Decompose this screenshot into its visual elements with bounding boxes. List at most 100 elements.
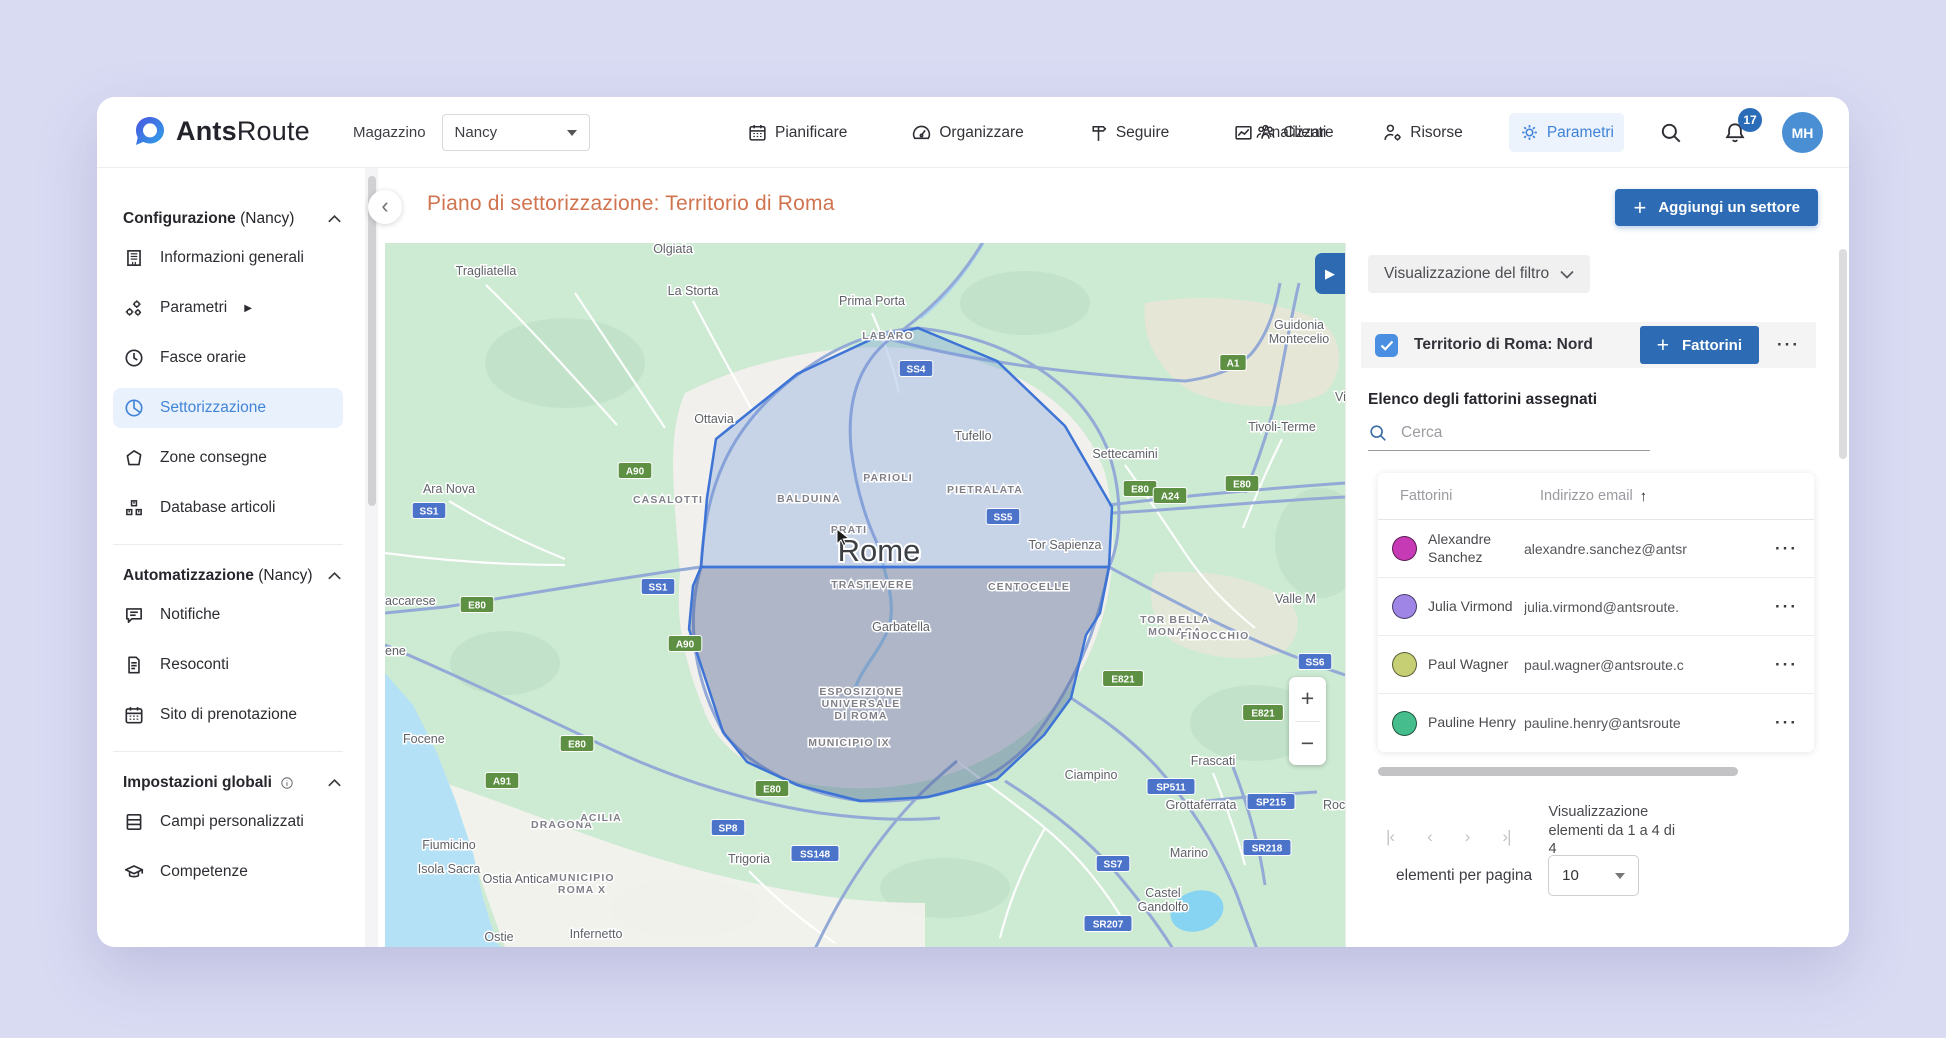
road-badge: E80 [560, 736, 594, 752]
row-menu-button[interactable]: ··· [1773, 655, 1800, 675]
nav-risorse[interactable]: Risorse [1372, 113, 1473, 152]
chevron-up-icon[interactable] [326, 776, 343, 790]
panel-scrollbar[interactable] [1839, 249, 1847, 459]
svg-text:E80: E80 [763, 785, 781, 796]
nav-organizzare[interactable]: Organizzare [901, 113, 1033, 152]
sidebar-item-fasce-orarie[interactable]: Fasce orarie [113, 338, 343, 378]
table-row[interactable]: Julia Virmondjulia.virmond@antsroute.··· [1378, 578, 1814, 636]
sidebar-item-label: Resoconti [160, 656, 229, 674]
map-label: Fiumicino [422, 838, 476, 852]
per-page-label: elementi per pagina [1396, 867, 1532, 885]
zone-icon [123, 447, 145, 469]
row-menu-button[interactable]: ··· [1773, 713, 1800, 733]
table-horizontal-scrollbar[interactable] [1378, 767, 1738, 776]
nav-label: Pianificare [775, 124, 847, 142]
sidebar-item-database-articoli[interactable]: Database articoli [113, 488, 343, 528]
road-badge: SS6 [1298, 654, 1332, 670]
map-label: ACILIA [580, 812, 622, 824]
nav-pianificare[interactable]: Pianificare [737, 113, 857, 152]
sector-row: Territorio di Roma: Nord + Fattorini ··· [1361, 322, 1816, 368]
search-input[interactable] [1401, 424, 1601, 442]
map-label: Tor Sapienza [1029, 538, 1102, 552]
sidebar-item-zone-consegne[interactable]: Zone consegne [113, 438, 343, 478]
table-row[interactable]: Paul Wagnerpaul.wagner@antsroute.c··· [1378, 636, 1814, 694]
column-riders[interactable]: Fattorini [1400, 488, 1540, 504]
user-avatar[interactable]: MH [1782, 112, 1823, 153]
svg-text:E821: E821 [1251, 709, 1275, 720]
sidebar-divider [113, 544, 343, 545]
sector-name: Territorio di Roma: Nord [1414, 336, 1624, 354]
road-badge: A90 [668, 636, 702, 652]
gauge-icon [911, 122, 932, 143]
map-label: Trigoria [728, 852, 770, 866]
sidebar-item-resoconti[interactable]: Resoconti [113, 645, 343, 685]
filter-view-dropdown[interactable]: Visualizzazione del filtro [1368, 255, 1590, 293]
svg-text:SS148: SS148 [800, 850, 830, 861]
rider-email: alexandre.sanchez@antsr [1524, 541, 1773, 557]
add-riders-button[interactable]: + Fattorini [1640, 326, 1759, 364]
rider-name: Julia Virmond [1428, 598, 1524, 615]
sidebar-item-label: Informazioni generali [160, 249, 304, 267]
row-menu-button[interactable]: ··· [1773, 539, 1800, 559]
sidebar-item-sito-di-prenotazione[interactable]: Sito di prenotazione [113, 695, 343, 735]
map-label: Roc [1323, 798, 1345, 812]
chat-icon [123, 604, 145, 626]
back-button[interactable]: ‹ [368, 190, 402, 224]
sidebar-item-informazioni-generali[interactable]: Informazioni generali [113, 238, 343, 278]
map-canvas[interactable]: SS4SS1SS5SS1SP8SS148SS6SP511SP215SR218SS… [385, 243, 1345, 947]
collapse-panel-button[interactable]: ▶ [1315, 253, 1345, 294]
sidebar-item-campi-personalizzati[interactable]: Campi personalizzati [113, 802, 343, 842]
prev-page-button[interactable]: ‹ [1427, 827, 1432, 847]
per-page-select[interactable]: 10 [1548, 855, 1639, 896]
sidebar-item-settorizzazione[interactable]: Settorizzazione [113, 388, 343, 428]
map-label: Marino [1170, 846, 1208, 860]
sidebar-item-competenze[interactable]: Competenze [113, 852, 343, 892]
sidebar-scrollbar[interactable] [365, 168, 378, 947]
sidebar-item-notifiche[interactable]: Notifiche [113, 595, 343, 635]
road-badge: SR218 [1243, 840, 1291, 856]
nav-parametri[interactable]: Parametri [1509, 113, 1624, 152]
map-label: CENTOCELLE [988, 581, 1070, 593]
zoom-in-button[interactable]: + [1289, 677, 1326, 721]
rows-icon [123, 811, 145, 833]
table-row[interactable]: Alexandre Sanchezalexandre.sanchez@antsr… [1378, 520, 1814, 578]
table-row[interactable]: Pauline Henrypauline.henry@antsroute··· [1378, 694, 1814, 752]
last-page-button[interactable]: ›| [1502, 827, 1510, 847]
sidebar-section-header[interactable]: Automatizzazione (Nancy) [123, 567, 343, 585]
warehouse-select[interactable]: Nancy [442, 114, 590, 151]
sidebar-item-parametri[interactable]: Parametri▶ [113, 288, 343, 328]
sector-checkbox[interactable] [1375, 334, 1398, 357]
road-badge: A24 [1153, 488, 1187, 504]
sort-asc-icon[interactable]: ↑ [1640, 488, 1648, 505]
submenu-arrow-icon: ▶ [244, 303, 252, 314]
sector-menu-button[interactable]: ··· [1775, 335, 1802, 355]
svg-text:E80: E80 [568, 740, 586, 751]
map-label: accarese [385, 594, 436, 608]
zoom-out-button[interactable]: − [1289, 722, 1326, 766]
building-icon [123, 247, 145, 269]
nav-clienti[interactable]: Clienti [1245, 113, 1336, 152]
signpost-icon [1088, 122, 1109, 143]
brand-logo[interactable]: AntsRoute [133, 114, 310, 148]
gear-icon [1519, 122, 1540, 143]
column-email[interactable]: Indirizzo email ↑ [1540, 488, 1800, 505]
search-button[interactable] [1654, 116, 1688, 150]
chevron-up-icon[interactable] [326, 212, 343, 226]
road-badge: SS1 [412, 503, 446, 519]
next-page-button[interactable]: › [1465, 827, 1470, 847]
sidebar-section-header[interactable]: Configurazione (Nancy) [123, 210, 343, 228]
sidebar-scrollbar-thumb[interactable] [368, 176, 376, 506]
map-label: Ottavia [694, 412, 734, 426]
first-page-button[interactable]: |‹ [1386, 827, 1394, 847]
sidebar-section-header[interactable]: Impostazioni globali [123, 774, 343, 792]
row-menu-button[interactable]: ··· [1773, 597, 1800, 617]
svg-text:E80: E80 [1233, 480, 1251, 491]
notifications-button[interactable]: 17 [1718, 116, 1752, 150]
sidebar-item-label: Competenze [160, 863, 248, 881]
rider-avatar [1392, 594, 1417, 619]
map-label: Vil [1335, 390, 1345, 404]
nav-seguire[interactable]: Seguire [1078, 113, 1179, 152]
chevron-up-icon[interactable] [326, 569, 343, 583]
add-sector-button[interactable]: + Aggiungi un settore [1615, 189, 1818, 226]
map-label: Ostia Antica [483, 872, 550, 886]
